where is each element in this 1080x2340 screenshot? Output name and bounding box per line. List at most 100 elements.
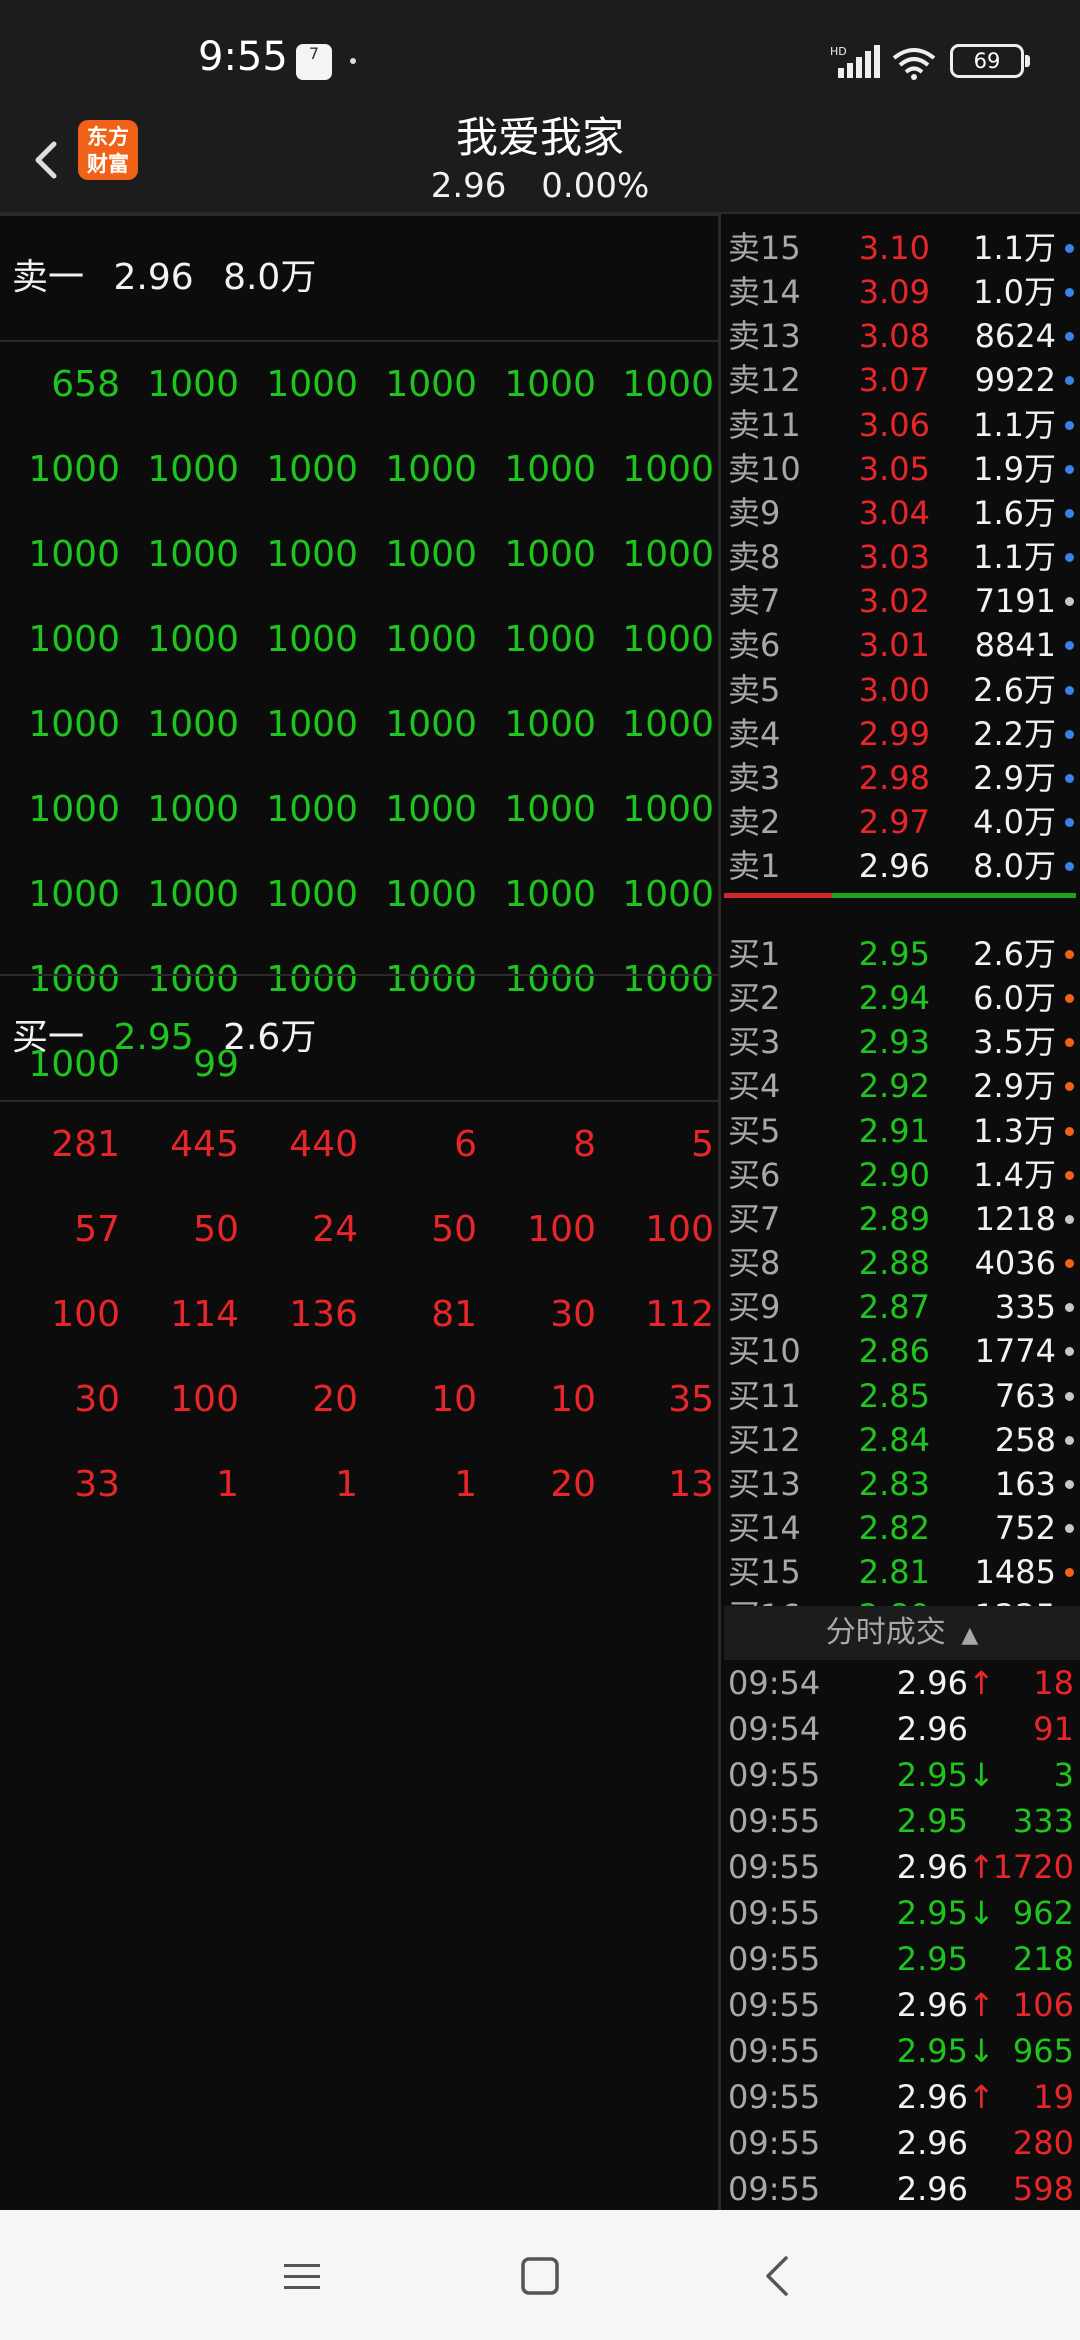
bid-queue-item: 100 [527, 1209, 596, 1250]
order-source-dot-icon [1065, 1259, 1074, 1269]
ask-queue-item: 1000 [385, 704, 477, 745]
ask-queue-item: 1000 [28, 704, 120, 745]
bid-level-volume: 6.0万 [973, 979, 1056, 1018]
bid-level-label: 买7 [728, 1199, 781, 1238]
back-button[interactable] [18, 124, 74, 196]
bid-queue-item: 100 [51, 1294, 120, 1335]
home-icon[interactable] [510, 2246, 570, 2306]
tick-volume: 280 [1012, 2124, 1074, 2162]
eastmoney-logo[interactable]: 东方 财富 [78, 120, 138, 180]
ask-level-volume: 9922 [974, 361, 1056, 400]
ask-queue-item: 1000 [622, 789, 714, 830]
bid-level-row[interactable]: 买5 2.91 1.3万 [724, 1109, 1080, 1153]
ask-queue-item: 1000 [622, 364, 714, 405]
ask-level-label: 卖13 [728, 317, 801, 356]
bid-level-row[interactable]: 买11 2.85 763 [724, 1374, 1080, 1418]
ask-level-row[interactable]: 卖15 3.10 1.1万 [724, 226, 1080, 270]
arrow-down-icon: ↓ [968, 2032, 995, 2070]
bid-level-row[interactable]: 买1 2.95 2.6万 [724, 932, 1080, 976]
bid-level-row[interactable]: 买13 2.83 163 [724, 1462, 1080, 1506]
ask-one-price: 2.96 [113, 257, 194, 298]
bid-level-price: 2.82 [858, 1508, 930, 1547]
ask-level-row[interactable]: 卖14 3.09 1.0万 [724, 270, 1080, 314]
bid-level-volume: 1774 [974, 1332, 1056, 1371]
ask-level-row[interactable]: 卖6 3.01 8841 [724, 623, 1080, 667]
ask-level-label: 卖15 [728, 229, 801, 267]
ask-level-label: 卖4 [728, 714, 781, 753]
bid-level-label: 买1 [728, 935, 781, 973]
bid-one-row[interactable]: 买一 2.95 2.6万 [0, 974, 718, 1102]
bid-level-label: 买8 [728, 1244, 781, 1283]
network-type-label: HD [830, 45, 847, 58]
bid-level-label: 买10 [728, 1332, 801, 1371]
bid-level-row[interactable]: 买8 2.88 4036 [724, 1241, 1080, 1285]
order-source-dot-icon [1065, 817, 1074, 827]
bid-level-row[interactable]: 买9 2.87 335 [724, 1285, 1080, 1329]
ask-level-label: 卖7 [728, 582, 781, 621]
bid-queue-item: 100 [170, 1379, 239, 1420]
ask-level-volume: 1.6万 [973, 493, 1056, 532]
bid-level-label: 买3 [728, 1023, 781, 1062]
ask-level-price: 2.97 [858, 802, 930, 841]
ask-level-volume: 1.1万 [973, 405, 1056, 444]
stock-change-pct: 0.00% [541, 166, 650, 206]
bid-level-row[interactable]: 买15 2.81 1485 [724, 1550, 1080, 1594]
tick-time: 09:55 [728, 2078, 821, 2116]
ask-one-row[interactable]: 卖一 2.96 8.0万 [0, 214, 718, 342]
ask-level-row[interactable]: 卖11 3.06 1.1万 [724, 403, 1080, 447]
tick-volume: 598 [1012, 2170, 1074, 2208]
ask-level-price: 3.04 [858, 493, 930, 532]
ticks-header[interactable]: 分时成交 ▲ [724, 1606, 1080, 1660]
tick-time: 09:55 [728, 2170, 821, 2208]
bid-queue-item: 440 [289, 1124, 358, 1165]
logo-line-2: 财富 [87, 152, 129, 176]
bid-level-row[interactable]: 买4 2.92 2.9万 [724, 1064, 1080, 1108]
arrow-up-icon: ↑ [968, 1848, 995, 1886]
ask-queue-item: 1000 [266, 789, 358, 830]
bid-level-row[interactable]: 买7 2.89 1218 [724, 1197, 1080, 1241]
ask-level-row[interactable]: 卖7 3.02 7191 [724, 579, 1080, 623]
bid-queue-item: 33 [74, 1464, 120, 1505]
ask-queue-item: 1000 [622, 704, 714, 745]
ask-one-volume: 8.0万 [223, 257, 317, 298]
bid-level-row[interactable]: 买3 2.93 3.5万 [724, 1020, 1080, 1064]
menu-icon[interactable] [272, 2246, 332, 2306]
bid-queue-item: 50 [193, 1209, 239, 1250]
bid-level-row[interactable]: 买2 2.94 6.0万 [724, 976, 1080, 1020]
bid-queue-item: 6 [454, 1124, 477, 1165]
order-source-dot-icon [1065, 508, 1074, 518]
bid-level-row[interactable]: 买6 2.90 1.4万 [724, 1153, 1080, 1197]
ask-level-row[interactable]: 卖10 3.05 1.9万 [724, 447, 1080, 491]
ask-level-row[interactable]: 卖2 2.97 4.0万 [724, 800, 1080, 844]
ask-level-row[interactable]: 卖8 3.03 1.1万 [724, 535, 1080, 579]
tick-time: 09:55 [728, 2124, 821, 2162]
tick-volume: 962 [1012, 1894, 1074, 1932]
ask-queue-item: 1000 [504, 619, 596, 660]
ask-level-price: 2.99 [858, 714, 930, 753]
order-source-dot-icon [1065, 244, 1074, 253]
ask-level-price: 3.07 [858, 361, 930, 400]
ask-level-row[interactable]: 卖9 3.04 1.6万 [724, 491, 1080, 535]
ask-level-price: 3.03 [858, 538, 930, 577]
ask-level-row[interactable]: 卖3 2.98 2.9万 [724, 756, 1080, 800]
bid-queue-item: 281 [51, 1124, 120, 1165]
ask-level-price: 3.09 [858, 273, 930, 312]
bid-level-row[interactable]: 买14 2.82 752 [724, 1506, 1080, 1550]
ask-level-row[interactable]: 卖5 3.00 2.6万 [724, 668, 1080, 712]
ask-level-row[interactable]: 卖13 3.08 8624 [724, 314, 1080, 358]
ask-queue-item: 1000 [28, 449, 120, 490]
bid-level-row[interactable]: 买12 2.84 258 [724, 1418, 1080, 1462]
notification-dot-icon [350, 58, 356, 64]
tick-row: 09:55 2.95 ↓ 3 [724, 1752, 1080, 1798]
ask-level-row[interactable]: 卖1 2.96 8.0万 [724, 844, 1080, 888]
bid-level-volume: 1.4万 [973, 1155, 1056, 1194]
bid-level-row[interactable]: 买10 2.86 1774 [724, 1329, 1080, 1373]
bid-queue-item: 13 [668, 1464, 714, 1505]
ask-level-row[interactable]: 卖4 2.99 2.2万 [724, 712, 1080, 756]
back-icon[interactable] [748, 2246, 808, 2306]
panel-divider [718, 214, 721, 2210]
ask-queue-item: 1000 [385, 789, 477, 830]
ask-level-row[interactable]: 卖12 3.07 9922 [724, 358, 1080, 402]
order-source-dot-icon [1065, 994, 1074, 1004]
tick-volume: 3 [1053, 1756, 1074, 1794]
